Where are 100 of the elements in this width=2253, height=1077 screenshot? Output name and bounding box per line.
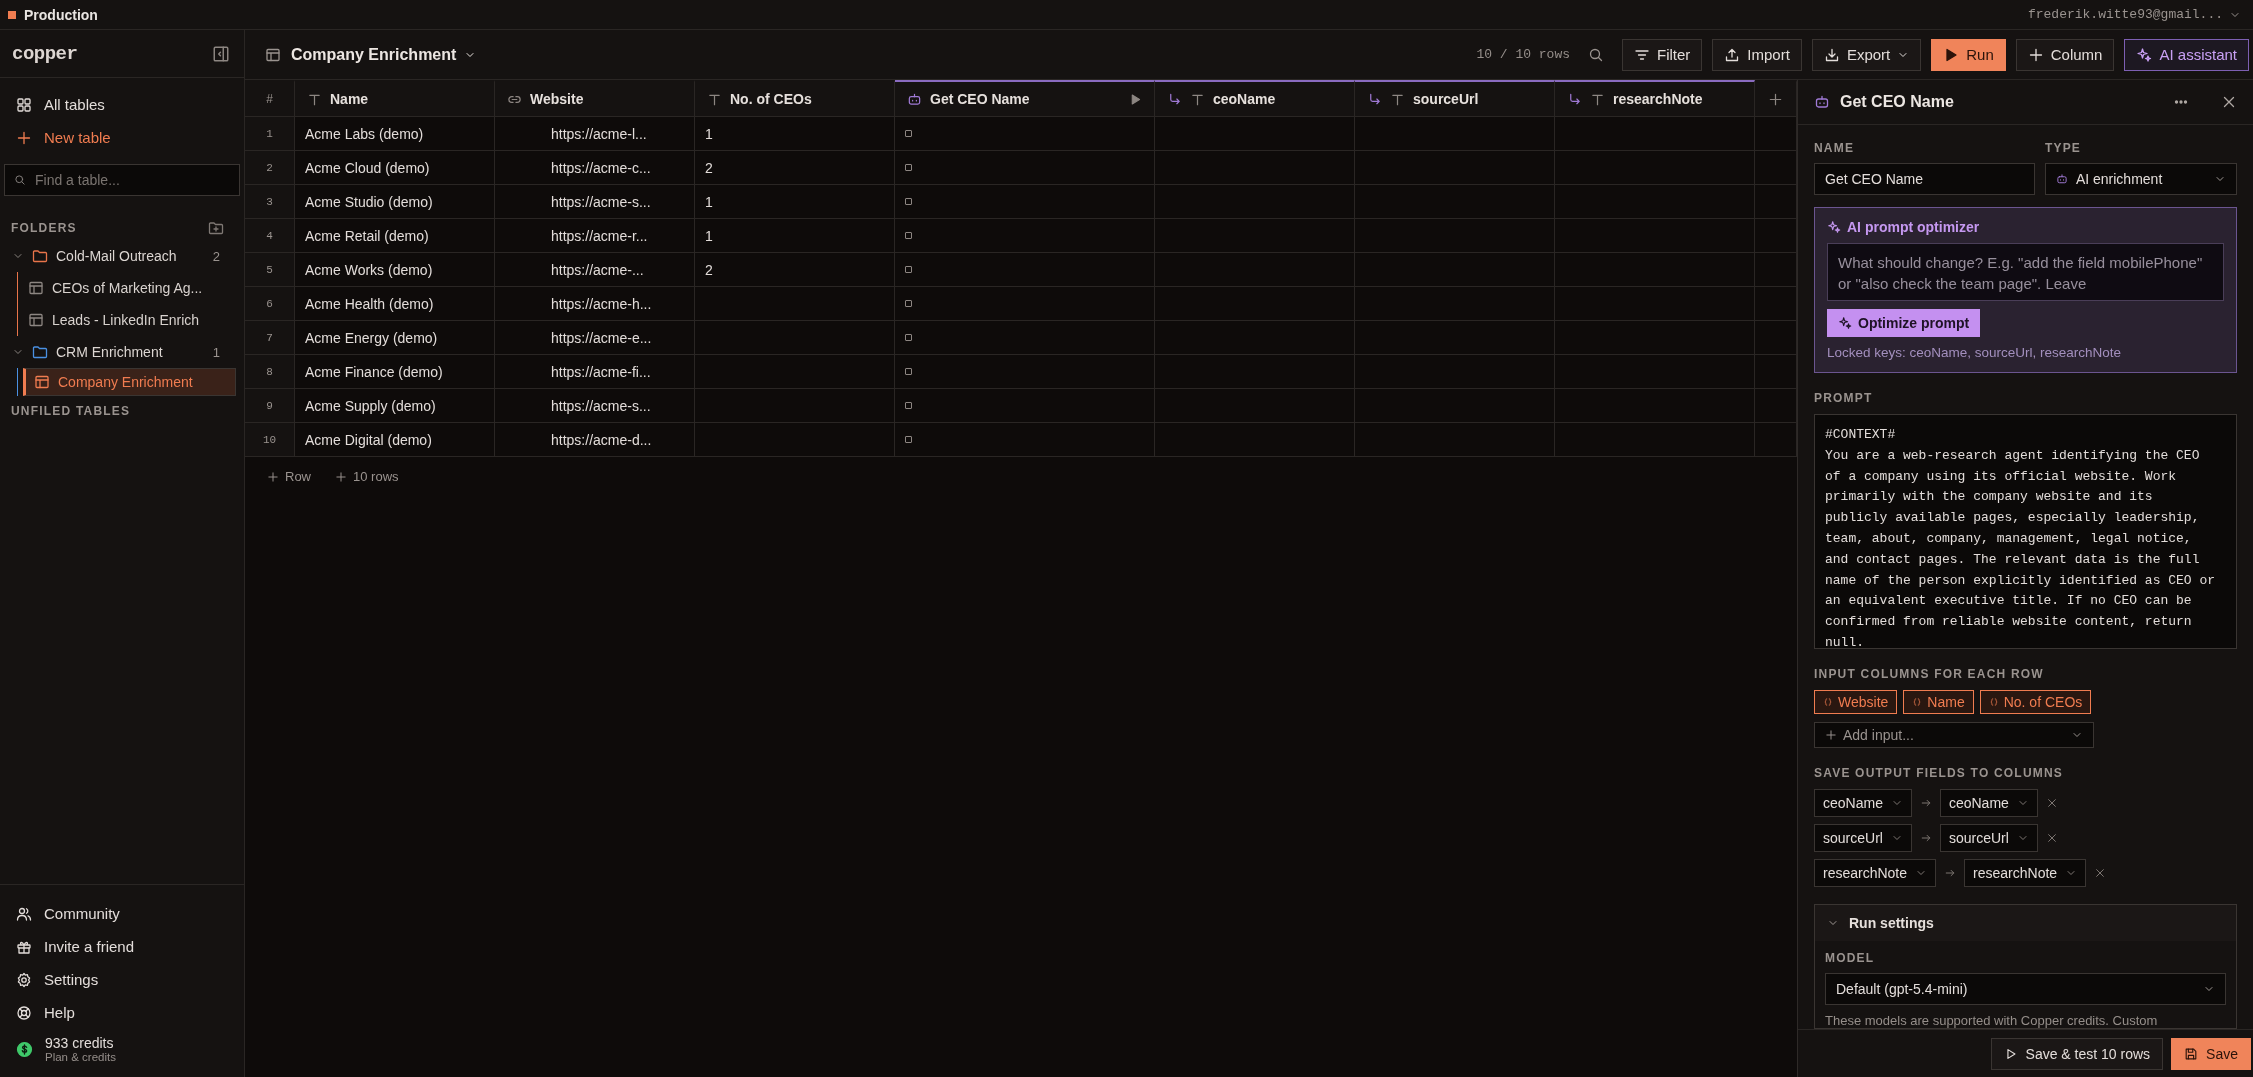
name-field[interactable]: Get CEO Name <box>1814 163 2035 195</box>
table-cell[interactable] <box>1155 253 1355 287</box>
run-button[interactable]: Run <box>1931 38 2006 71</box>
table-cell[interactable] <box>1355 185 1555 219</box>
table-cell[interactable]: https://acme-fi... <box>495 355 695 389</box>
table-cell[interactable] <box>1555 253 1755 287</box>
type-dropdown[interactable]: AI enrichment <box>2044 163 2237 195</box>
table-cell[interactable] <box>695 423 895 457</box>
column-button[interactable]: Column <box>2015 38 2115 71</box>
test-button[interactable]: Save & test 10 rows <box>1990 1037 2164 1070</box>
nav-item[interactable]: Help <box>0 996 244 1029</box>
table-cell[interactable] <box>695 321 895 355</box>
add-column-button[interactable] <box>1755 80 1797 117</box>
table-cell[interactable] <box>895 185 1155 219</box>
table-title[interactable]: Company Enrichment <box>291 45 477 64</box>
table-cell[interactable] <box>895 389 1155 423</box>
table-cell[interactable] <box>1555 151 1755 185</box>
filter-button[interactable]: Filter <box>1622 38 1703 71</box>
table-cell[interactable] <box>1355 389 1555 423</box>
table-item[interactable]: Company Enrichment <box>23 368 236 396</box>
table-cell[interactable]: Acme Cloud (demo) <box>295 151 495 185</box>
folder-item[interactable]: CRM Enrichment 1 <box>0 336 244 368</box>
sidebar-toggle-icon[interactable] <box>212 44 230 63</box>
output-field-dropdown[interactable]: ceoName <box>1814 789 1912 817</box>
add-row-button[interactable]: 10 rows <box>335 469 399 484</box>
prompt-field[interactable]: #CONTEXT# You are a web-research agent identifying the CEO of a company using its official website. Work primarily with the company website and its publicly available pages, especially leadership, team, about, company, management, legal notice, and contact pages. The relevant data is the full name of the person explicitly identified as CEO or an equivalent executive title. If no CEO can be confirmed from reliable website content, return null. <box>1814 414 2237 650</box>
workspace-name[interactable]: Production <box>24 6 98 23</box>
nav-item[interactable]: All tables <box>0 88 244 121</box>
column-header[interactable]: researchNote <box>1555 80 1755 117</box>
table-cell[interactable]: https://acme-s... <box>495 185 695 219</box>
nav-item[interactable]: Settings <box>0 963 244 996</box>
add-input-dropdown[interactable]: Add input... <box>1814 722 2094 748</box>
table-cell[interactable]: https://acme-s... <box>495 389 695 423</box>
instruction-field[interactable]: What should change? E.g. "add the field mobilePhone" or "also check the team page". Leave <box>1827 243 2224 301</box>
table-cell[interactable]: 1 <box>695 185 895 219</box>
target-column-dropdown[interactable]: ceoName <box>1939 789 2038 817</box>
input-column-chip[interactable]: Website <box>1814 690 1898 715</box>
table-cell[interactable] <box>1355 321 1555 355</box>
table-cell[interactable] <box>1155 117 1355 151</box>
table-item[interactable]: Leads - LinkedIn Enrich <box>18 304 236 336</box>
table-cell[interactable]: Acme Supply (demo) <box>295 389 495 423</box>
column-header[interactable]: sourceUrl <box>1355 80 1555 117</box>
table-cell[interactable] <box>1355 151 1555 185</box>
account-menu[interactable]: frederik.witte93@gmail... <box>2027 7 2241 22</box>
table-cell[interactable] <box>895 117 1155 151</box>
table-cell[interactable] <box>1155 423 1355 457</box>
table-cell[interactable] <box>1555 389 1755 423</box>
remove-icon[interactable] <box>2045 832 2058 844</box>
table-cell[interactable] <box>695 355 895 389</box>
target-column-dropdown[interactable]: researchNote <box>1964 859 2087 887</box>
table-cell[interactable] <box>1155 219 1355 253</box>
table-item[interactable]: CEOs of Marketing Ag... <box>18 272 236 304</box>
import-button[interactable]: Import <box>1712 38 1802 71</box>
table-cell[interactable] <box>1555 287 1755 321</box>
input-column-chip[interactable]: Name <box>1903 690 1974 715</box>
table-cell[interactable]: Acme Finance (demo) <box>295 355 495 389</box>
table-cell[interactable] <box>1355 117 1555 151</box>
table-cell[interactable]: https://acme-d... <box>495 423 695 457</box>
table-cell[interactable]: Acme Energy (demo) <box>295 321 495 355</box>
table-cell[interactable]: https://acme-e... <box>495 321 695 355</box>
table-cell[interactable]: 2 <box>695 151 895 185</box>
table-cell[interactable] <box>1555 321 1755 355</box>
model-dropdown[interactable]: Default (gpt-5.4-mini) <box>1825 973 2226 1005</box>
search-icon[interactable] <box>1588 46 1604 63</box>
optimize-button[interactable]: Optimize prompt <box>1827 309 1981 337</box>
add-row-button[interactable]: Row <box>267 469 311 484</box>
ai-button[interactable]: AI assistant <box>2124 38 2249 71</box>
table-cell[interactable] <box>1355 253 1555 287</box>
folder-plus-icon[interactable] <box>208 220 224 236</box>
table-cell[interactable] <box>895 321 1155 355</box>
search-field[interactable]: Find a table... <box>4 164 240 196</box>
save-button[interactable]: Save <box>2171 1037 2251 1070</box>
plan-link[interactable]: Plan & credits <box>45 1051 116 1063</box>
table-cell[interactable] <box>895 355 1155 389</box>
close-icon[interactable] <box>2221 94 2237 110</box>
table-cell[interactable]: 1 <box>695 117 895 151</box>
table-cell[interactable]: https://acme-... <box>495 253 695 287</box>
table-cell[interactable] <box>695 389 895 423</box>
table-cell[interactable] <box>1355 423 1555 457</box>
output-field-dropdown[interactable]: sourceUrl <box>1814 824 1912 852</box>
run-settings-toggle[interactable]: Run settings <box>1815 905 2236 941</box>
table-cell[interactable]: Acme Labs (demo) <box>295 117 495 151</box>
column-header[interactable]: No. of CEOs <box>695 80 895 117</box>
export-button[interactable]: Export <box>1811 38 1922 71</box>
column-header[interactable]: Name <box>295 80 495 117</box>
table-cell[interactable]: https://acme-r... <box>495 219 695 253</box>
table-cell[interactable] <box>1155 151 1355 185</box>
input-column-chip[interactable]: No. of CEOs <box>1979 690 2092 715</box>
table-cell[interactable] <box>1155 185 1355 219</box>
table-cell[interactable]: 1 <box>695 219 895 253</box>
remove-icon[interactable] <box>2045 797 2058 809</box>
table-cell[interactable]: Acme Digital (demo) <box>295 423 495 457</box>
table-cell[interactable] <box>895 219 1155 253</box>
table-cell[interactable] <box>1555 185 1755 219</box>
table-cell[interactable]: 2 <box>695 253 895 287</box>
table-cell[interactable]: https://acme-c... <box>495 151 695 185</box>
nav-item[interactable]: New table <box>0 121 244 154</box>
table-cell[interactable] <box>1355 355 1555 389</box>
table-cell[interactable] <box>895 287 1155 321</box>
play-icon[interactable] <box>1129 92 1142 106</box>
